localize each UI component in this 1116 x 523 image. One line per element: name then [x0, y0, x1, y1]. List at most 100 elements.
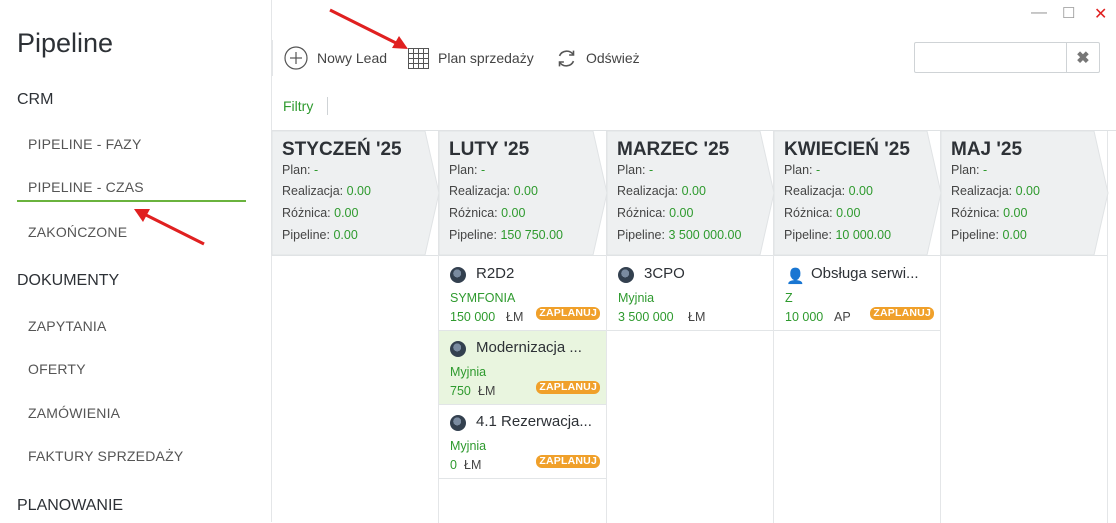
realization-value: 0.00: [681, 184, 706, 198]
month-title: STYCZEŃ '25: [282, 139, 402, 160]
schedule-badge[interactable]: ZAPLANUJ: [536, 307, 600, 320]
pipeline-line: Pipeline: 150 750.00: [449, 228, 563, 242]
plan-value: -: [480, 163, 486, 177]
lead-card[interactable]: R2D2 SYMFONIA 150 000 ŁM ZAPLANUJ: [439, 257, 606, 331]
minimize-button[interactable]: —: [1031, 4, 1047, 22]
sidebar-item-pipeline-czas[interactable]: PIPELINE - CZAS: [17, 172, 246, 202]
month-column: MARZEC '25 Plan: - Realizacja: 0.00 Różnica…: [606, 130, 775, 523]
lead-card[interactable]: 3CPO Myjnia 3 500 000 ŁM: [607, 257, 773, 331]
lead-title: Obsługa serwi...: [811, 265, 919, 282]
pipeline-board: STYCZEŃ '25 Plan: - Realizacja: 0.00 Różnic…: [271, 130, 1116, 523]
pipeline-value: 0.00: [1002, 228, 1027, 242]
refresh-icon: [558, 49, 575, 67]
month-column-header: KWIECIEŃ '25 Plan: - Realizacja: 0.00 Różni…: [773, 130, 942, 256]
clear-search-button[interactable]: ✖: [1066, 43, 1099, 72]
plan-value: -: [815, 163, 821, 177]
month-column-header: MARZEC '25 Plan: - Realizacja: 0.00 Różnica…: [606, 130, 775, 256]
month-title: MARZEC '25: [617, 139, 730, 160]
month-title: MAJ '25: [951, 139, 1023, 160]
lead-card[interactable]: Modernizacja ... Myjnia 750 ŁM ZAPLANUJ: [439, 331, 606, 405]
difference-label: Różnica:: [617, 206, 666, 220]
difference-line: Różnica: 0.00: [617, 206, 693, 220]
filters-divider: [327, 97, 328, 115]
plan-label: Plan:: [449, 163, 478, 177]
sidebar: Pipeline CRM PIPELINE - FAZY PIPELINE - …: [0, 0, 272, 522]
sidebar-item-zamowienia[interactable]: ZAMÓWIENIA: [17, 398, 246, 428]
filters-link[interactable]: Filtry: [283, 98, 313, 114]
realization-label: Realizacja:: [282, 184, 344, 198]
section-planowanie: PLANOWANIE: [17, 497, 124, 514]
toolbar-divider: [272, 40, 273, 76]
plan-value: -: [982, 163, 988, 177]
pipeline-value: 0.00: [333, 228, 358, 242]
pipeline-value: 10 000.00: [835, 228, 892, 242]
plus-circle-icon: [284, 46, 308, 70]
month-column: STYCZEŃ '25 Plan: - Realizacja: 0.00 Różnic…: [271, 130, 440, 523]
lead-title: 4.1 Rezerwacja...: [476, 413, 592, 430]
realization-value: 0.00: [346, 184, 371, 198]
search-input[interactable]: [915, 43, 1065, 72]
lead-title: R2D2: [476, 265, 515, 282]
month-column-header: MAJ '25 Plan: - Realizacja: 0.00 Różnica: 0…: [940, 130, 1109, 256]
month-column-header: STYCZEŃ '25 Plan: - Realizacja: 0.00 Różnic…: [271, 130, 440, 256]
month-column: KWIECIEŃ '25 Plan: - Realizacja: 0.00 Różni…: [773, 130, 942, 523]
lead-amount: 0: [450, 458, 457, 472]
close-button[interactable]: ✕: [1094, 4, 1107, 24]
plan-line: Plan: -: [784, 163, 820, 177]
search-box: ✖: [914, 42, 1100, 73]
lead-title: Modernizacja ...: [476, 339, 582, 356]
schedule-badge[interactable]: ZAPLANUJ: [536, 381, 600, 394]
maximize-button[interactable]: ☐: [1062, 4, 1075, 22]
difference-line: Różnica: 0.00: [449, 206, 525, 220]
sidebar-item-zapytania[interactable]: ZAPYTANIA: [17, 311, 246, 341]
lead-card[interactable]: 4.1 Rezerwacja... Myjnia 0 ŁM ZAPLANUJ: [439, 405, 606, 479]
lead-amount: 3 500 000: [618, 310, 674, 324]
month-column: MAJ '25 Plan: - Realizacja: 0.00 Różnica: 0…: [940, 130, 1109, 523]
month-title: KWIECIEŃ '25: [784, 139, 910, 160]
difference-label: Różnica:: [449, 206, 498, 220]
plan-line: Plan: -: [951, 163, 987, 177]
pipeline-label: Pipeline:: [617, 228, 665, 242]
difference-value: 0.00: [501, 206, 526, 220]
pipeline-line: Pipeline: 3 500 000.00: [617, 228, 741, 242]
lead-amount: 150 000: [450, 310, 496, 324]
lead-client: SYMFONIA: [450, 291, 516, 305]
schedule-badge[interactable]: ZAPLANUJ: [870, 307, 934, 320]
realization-label: Realizacja:: [449, 184, 511, 198]
difference-label: Różnica:: [951, 206, 1000, 220]
lead-client: Myjnia: [450, 439, 487, 453]
lead-currency: ŁM: [464, 458, 482, 472]
realization-line: Realizacja: 0.00: [617, 184, 706, 198]
schedule-badge[interactable]: ZAPLANUJ: [536, 455, 600, 468]
plan-line: Plan: -: [449, 163, 485, 177]
sidebar-item-faktury[interactable]: FAKTURY SPRZEDAŻY: [17, 441, 246, 471]
person-icon: 👤: [786, 268, 805, 285]
pipeline-value: 3 500 000.00: [668, 228, 742, 242]
difference-line: Różnica: 0.00: [282, 206, 358, 220]
sales-plan-button[interactable]: Plan sprzedaży: [408, 44, 534, 72]
lead-amount: 750: [450, 384, 471, 398]
month-column-header: LUTY '25 Plan: - Realizacja: 0.00 Różnica: …: [438, 130, 608, 256]
refresh-button[interactable]: Odśwież: [556, 44, 640, 72]
sidebar-item-pipeline-fazy[interactable]: PIPELINE - FAZY: [17, 129, 246, 159]
plan-line: Plan: -: [282, 163, 318, 177]
annotation-arrow-icon: [329, 8, 408, 49]
pipeline-value: 150 750.00: [500, 228, 563, 242]
lead-currency: ŁM: [478, 384, 496, 398]
refresh-label: Odśwież: [586, 50, 640, 66]
page-title: Pipeline: [17, 28, 114, 58]
difference-value: 0.00: [836, 206, 861, 220]
realization-line: Realizacja: 0.00: [282, 184, 371, 198]
realization-line: Realizacja: 0.00: [951, 184, 1040, 198]
lead-card[interactable]: 👤 Obsługa serwi... Z 10 000 AP ZAPLANUJ: [774, 257, 940, 331]
realization-label: Realizacja:: [617, 184, 679, 198]
plan-label: Plan:: [784, 163, 813, 177]
difference-label: Różnica:: [282, 206, 331, 220]
lead-title: 3CPO: [644, 265, 685, 282]
avatar-icon: [450, 267, 466, 283]
difference-value: 0.00: [334, 206, 359, 220]
sidebar-item-oferty[interactable]: OFERTY: [17, 354, 246, 384]
avatar-icon: [450, 415, 466, 431]
realization-label: Realizacja:: [784, 184, 846, 198]
difference-label: Różnica:: [784, 206, 833, 220]
